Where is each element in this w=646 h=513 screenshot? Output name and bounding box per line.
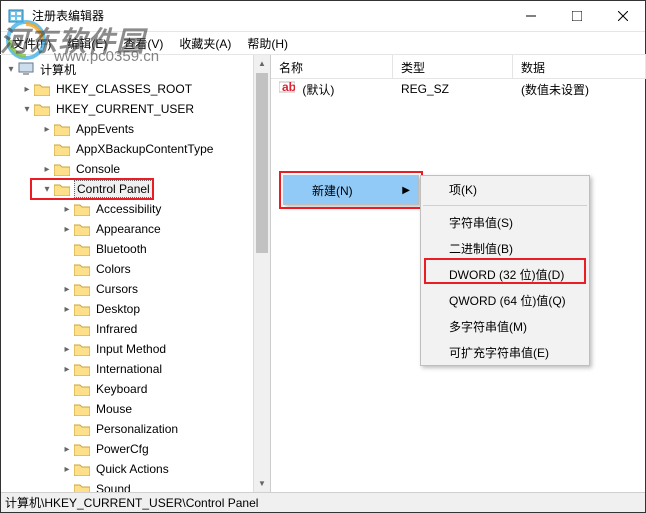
folder-icon [74, 462, 90, 476]
menu-item-multistring[interactable]: 多字符串值(M) [421, 313, 589, 339]
folder-icon [34, 102, 50, 116]
tree-item[interactable]: Colors [94, 261, 133, 277]
tree-item[interactable]: AppEvents [74, 121, 136, 137]
context-menu-new: 新建(N) ▶ [283, 175, 419, 205]
scroll-thumb[interactable] [256, 73, 268, 253]
folder-icon [74, 322, 90, 336]
svg-text:ab: ab [282, 80, 295, 94]
status-path: 计算机\HKEY_CURRENT_USER\Control Panel [5, 494, 258, 511]
tree-item-control-panel[interactable]: Control Panel [74, 180, 153, 198]
menu-item-binary[interactable]: 二进制值(B) [421, 235, 589, 261]
expand-icon[interactable]: ▸ [60, 464, 74, 475]
tree-scrollbar[interactable]: ▲ ▼ [253, 55, 270, 492]
tree-item[interactable]: Keyboard [94, 381, 149, 397]
menu-separator [423, 205, 587, 206]
tree-item[interactable]: International [94, 361, 164, 377]
tree-item[interactable]: Input Method [94, 341, 168, 357]
collapse-icon[interactable]: ▾ [40, 184, 54, 195]
folder-icon [54, 162, 70, 176]
folder-icon [54, 122, 70, 136]
folder-icon [74, 402, 90, 416]
column-name[interactable]: 名称 [271, 55, 393, 78]
menu-item-qword[interactable]: QWORD (64 位)值(Q) [421, 287, 589, 313]
tree-item[interactable]: Sound [94, 481, 133, 492]
menu-item-string[interactable]: 字符串值(S) [421, 209, 589, 235]
tree-item[interactable]: Mouse [94, 401, 134, 417]
folder-icon [74, 242, 90, 256]
tree-item[interactable]: AppXBackupContentType [74, 141, 215, 157]
tree-panel[interactable]: ▾ 计算机 ▸ HKEY_CLASSES_ROOT ▾ HKEY_CURRENT… [0, 55, 271, 492]
tree-item[interactable]: Appearance [94, 221, 163, 237]
scroll-up-icon[interactable]: ▲ [254, 55, 270, 72]
menu-item-key[interactable]: 项(K) [421, 176, 589, 202]
folder-icon [74, 222, 90, 236]
expand-icon[interactable]: ▸ [60, 364, 74, 375]
tree-item[interactable]: Cursors [94, 281, 140, 297]
string-value-icon: ab [279, 80, 295, 94]
context-submenu-new: 项(K) 字符串值(S) 二进制值(B) DWORD (32 位)值(D) QW… [420, 175, 590, 366]
folder-icon [74, 362, 90, 376]
folder-icon [74, 342, 90, 356]
value-data: (数值未设置) [513, 81, 646, 98]
tree-item[interactable]: Personalization [94, 421, 180, 437]
tree-item[interactable]: Quick Actions [94, 461, 171, 477]
folder-icon [74, 282, 90, 296]
folder-icon [54, 182, 70, 196]
column-type[interactable]: 类型 [393, 55, 513, 78]
scroll-down-icon[interactable]: ▼ [254, 475, 270, 492]
menu-item-expandstring[interactable]: 可扩充字符串值(E) [421, 339, 589, 365]
expand-icon[interactable]: ▸ [60, 224, 74, 235]
expand-icon[interactable]: ▸ [40, 164, 54, 175]
expand-icon[interactable]: ▸ [60, 444, 74, 455]
folder-icon [74, 382, 90, 396]
tree-item[interactable]: Accessibility [94, 201, 163, 217]
tree-item[interactable]: Console [74, 161, 122, 177]
expand-icon[interactable]: ▾ [4, 64, 18, 75]
tree-item[interactable]: PowerCfg [94, 441, 151, 457]
folder-icon [74, 302, 90, 316]
folder-icon [34, 82, 50, 96]
expand-icon[interactable]: ▸ [60, 284, 74, 295]
submenu-arrow-icon: ▶ [402, 185, 410, 196]
expand-icon[interactable]: ▸ [40, 124, 54, 135]
statusbar: 计算机\HKEY_CURRENT_USER\Control Panel [1, 492, 645, 512]
expand-icon[interactable]: ▸ [60, 204, 74, 215]
tree-item[interactable]: HKEY_CLASSES_ROOT [54, 81, 194, 97]
folder-icon [74, 422, 90, 436]
tree-item[interactable]: Infrared [94, 321, 139, 337]
tree-root[interactable]: 计算机 [38, 60, 78, 79]
tree-item[interactable]: Desktop [94, 301, 142, 317]
tree-item[interactable]: Bluetooth [94, 241, 149, 257]
menu-item-dword[interactable]: DWORD (32 位)值(D) [421, 261, 589, 287]
tree-item[interactable]: HKEY_CURRENT_USER [54, 101, 196, 117]
collapse-icon[interactable]: ▾ [20, 104, 34, 115]
value-name: (默认) [302, 83, 334, 97]
value-type: REG_SZ [393, 82, 513, 96]
expand-icon[interactable]: ▸ [60, 344, 74, 355]
menu-item-new[interactable]: 新建(N) ▶ [284, 176, 418, 204]
computer-icon [18, 62, 34, 76]
column-data[interactable]: 数据 [513, 55, 646, 78]
folder-icon [54, 142, 70, 156]
expand-icon[interactable]: ▸ [60, 304, 74, 315]
expand-icon[interactable]: ▸ [20, 84, 34, 95]
folder-icon [74, 202, 90, 216]
folder-icon [74, 482, 90, 492]
list-row[interactable]: ab (默认) REG_SZ (数值未设置) [271, 79, 646, 99]
folder-icon [74, 442, 90, 456]
folder-icon [74, 262, 90, 276]
